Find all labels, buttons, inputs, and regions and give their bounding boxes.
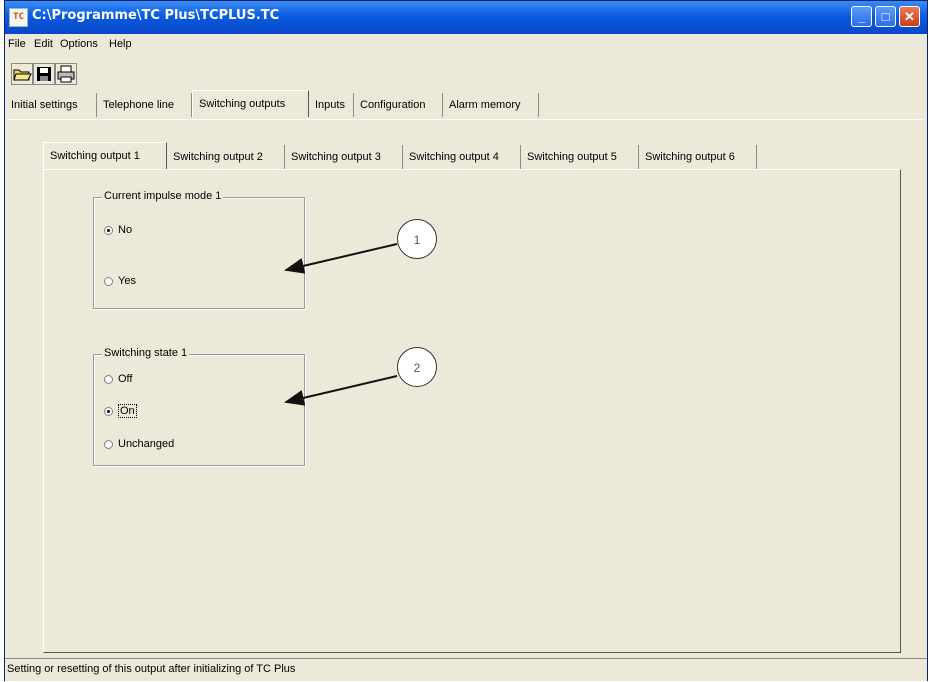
callout-1: 1 [397,219,437,259]
application-window: TC C:\Programme\TC Plus\TCPLUS.TC _ □ ✕ … [4,0,928,681]
callout-arrow-1 [284,243,398,274]
callout-arrows [284,243,398,406]
subtab-switching-output-1[interactable]: Switching output 1 [43,142,167,169]
status-bar: Setting or resetting of this output afte… [5,658,927,681]
status-text: Setting or resetting of this output afte… [7,663,296,675]
callout-arrow-2 [284,375,398,406]
tab-switching-outputs[interactable]: Switching outputs [192,90,309,117]
callout-2: 2 [397,347,437,387]
